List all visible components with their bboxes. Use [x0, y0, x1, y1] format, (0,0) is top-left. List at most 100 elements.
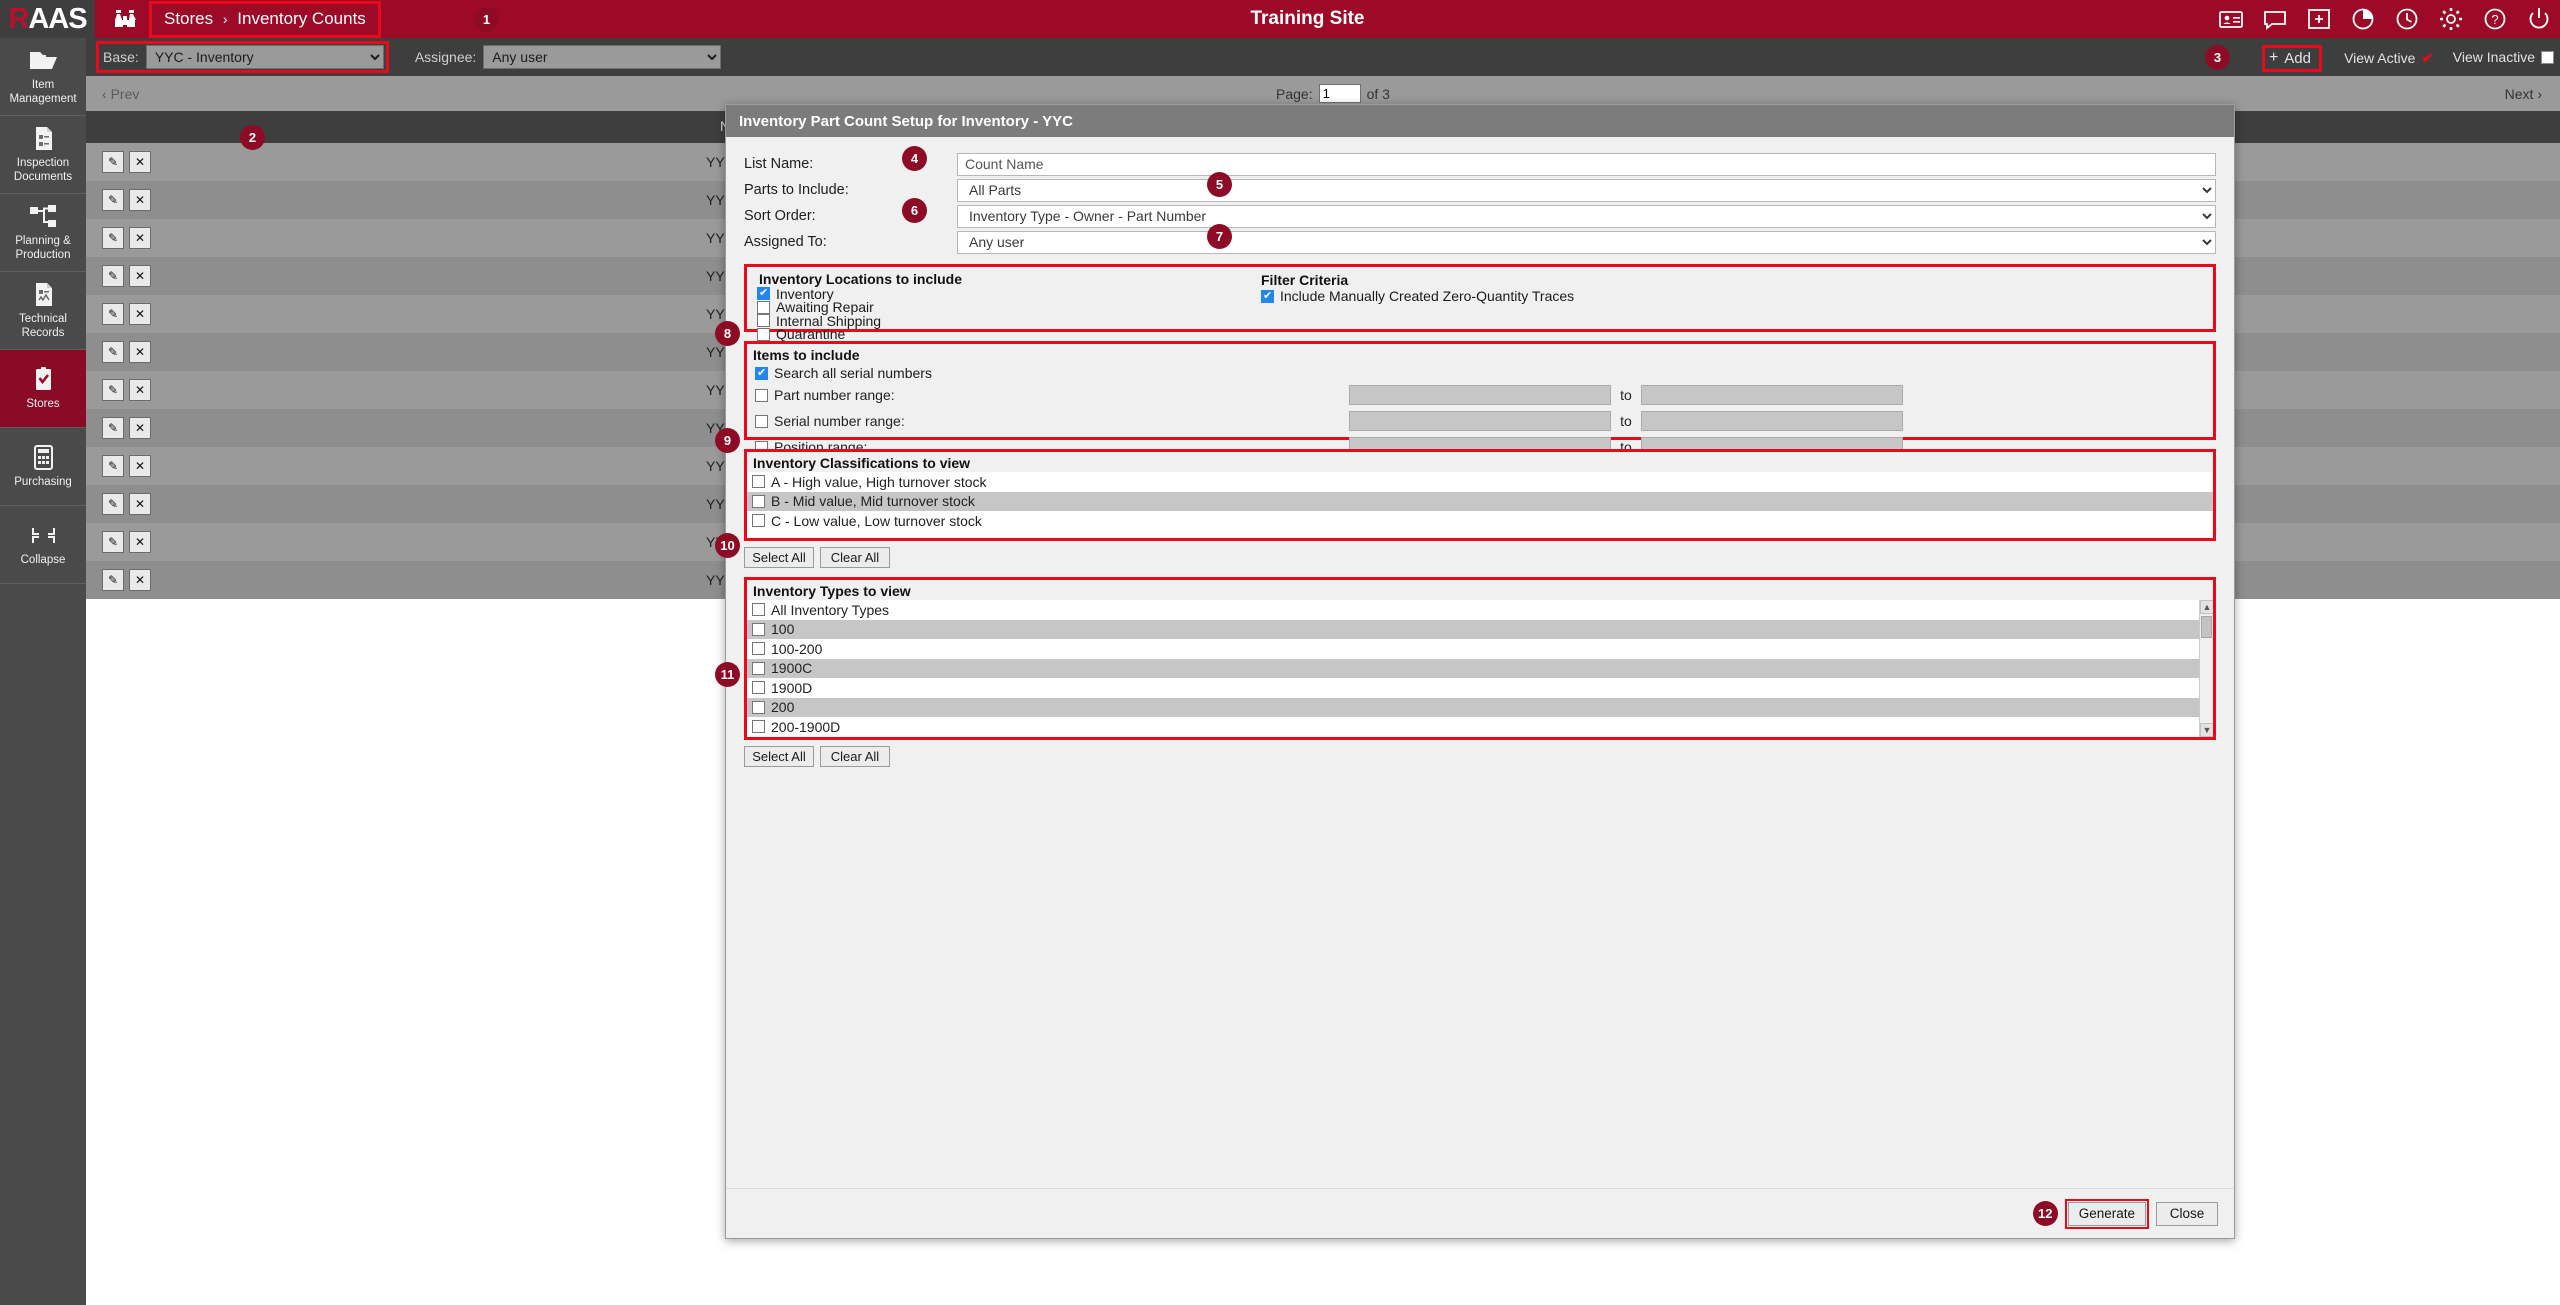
sidebar-item-purchasing[interactable]: Purchasing: [0, 428, 86, 506]
sidebar-item-inspection-documents[interactable]: Inspection Documents: [0, 116, 86, 194]
delete-icon[interactable]: ✕: [129, 379, 151, 401]
view-inactive-toggle[interactable]: View Inactive: [2453, 49, 2554, 65]
filter-criteria-row[interactable]: Include Manually Created Zero-Quantity T…: [1255, 289, 1895, 303]
classifications-clear-all-button[interactable]: Clear All: [820, 547, 890, 568]
checkbox-empty-icon[interactable]: [755, 415, 768, 428]
help-icon[interactable]: ?: [2482, 6, 2508, 32]
checkbox-empty-icon[interactable]: [757, 314, 770, 327]
checkbox-empty-icon[interactable]: [752, 642, 765, 655]
delete-icon[interactable]: ✕: [129, 531, 151, 553]
delete-icon[interactable]: ✕: [129, 265, 151, 287]
classifications-select-all-button[interactable]: Select All: [744, 547, 814, 568]
types-select-all-button[interactable]: Select All: [744, 746, 814, 767]
pie-chart-icon[interactable]: [2350, 6, 2376, 32]
chat-icon[interactable]: [2262, 6, 2288, 32]
delete-icon[interactable]: ✕: [129, 493, 151, 515]
checkbox-empty-icon[interactable]: [755, 389, 768, 402]
edit-icon[interactable]: ✎: [102, 379, 124, 401]
sidebar-item-stores[interactable]: Stores: [0, 350, 86, 428]
edit-icon[interactable]: ✎: [102, 569, 124, 591]
checkbox-empty-icon[interactable]: [757, 328, 770, 341]
delete-icon[interactable]: ✕: [129, 303, 151, 325]
checkbox-checked-icon[interactable]: [1261, 290, 1274, 303]
prev-button[interactable]: ‹ Prev: [102, 86, 139, 102]
classification-row[interactable]: C - Low value, Low turnover stock: [747, 511, 2213, 531]
list-name-input[interactable]: [957, 153, 2216, 176]
range-row[interactable]: Part number range:to: [747, 382, 2213, 408]
checkbox-empty-icon[interactable]: [2541, 51, 2554, 64]
breadcrumb-root[interactable]: Stores: [164, 9, 213, 28]
base-select[interactable]: YYC - Inventory: [146, 45, 384, 69]
sidebar-item-item-management[interactable]: Item Management: [0, 38, 86, 116]
id-card-icon[interactable]: [2218, 6, 2244, 32]
delete-icon[interactable]: ✕: [129, 417, 151, 439]
delete-icon[interactable]: ✕: [129, 227, 151, 249]
checkbox-empty-icon[interactable]: [752, 681, 765, 694]
checkbox-empty-icon[interactable]: [752, 603, 765, 616]
edit-icon[interactable]: ✎: [102, 493, 124, 515]
edit-icon[interactable]: ✎: [102, 341, 124, 363]
type-row[interactable]: 300: [747, 737, 2199, 741]
classification-row[interactable]: B - Mid value, Mid turnover stock: [747, 492, 2213, 512]
edit-icon[interactable]: ✎: [102, 303, 124, 325]
type-row[interactable]: 200: [747, 698, 2199, 718]
page-input[interactable]: [1319, 84, 1361, 103]
clock-icon[interactable]: [2394, 6, 2420, 32]
gear-icon[interactable]: [2438, 6, 2464, 32]
sidebar-item-technical-records[interactable]: Technical Records: [0, 272, 86, 350]
types-scrollbar[interactable]: ▲ ▼: [2199, 600, 2213, 737]
type-row[interactable]: 200-1900D: [747, 717, 2199, 737]
type-row[interactable]: 100: [747, 620, 2199, 640]
checkbox-empty-icon[interactable]: [752, 662, 765, 675]
range-row[interactable]: Serial number range:to: [747, 408, 2213, 434]
generate-button[interactable]: Generate: [2068, 1202, 2146, 1226]
delete-icon[interactable]: ✕: [129, 341, 151, 363]
checkbox-empty-icon[interactable]: [757, 301, 770, 314]
delete-icon[interactable]: ✕: [129, 569, 151, 591]
type-row[interactable]: All Inventory Types: [747, 600, 2199, 620]
close-button[interactable]: Close: [2156, 1202, 2218, 1226]
assignee-select[interactable]: Any user: [483, 45, 721, 69]
next-button[interactable]: Next ›: [2505, 86, 2542, 102]
type-row[interactable]: 100-200: [747, 639, 2199, 659]
edit-icon[interactable]: ✎: [102, 151, 124, 173]
sort-order-select[interactable]: Inventory Type - Owner - Part Number: [957, 205, 2216, 228]
sidebar-item-collapse[interactable]: Collapse: [0, 506, 86, 584]
scroll-up-icon[interactable]: ▲: [2200, 600, 2214, 614]
checkbox-empty-icon[interactable]: [752, 495, 765, 508]
edit-icon[interactable]: ✎: [102, 227, 124, 249]
breadcrumb[interactable]: Stores › Inventory Counts: [149, 1, 381, 38]
checkbox-empty-icon[interactable]: [752, 701, 765, 714]
sidebar-item-planning-production[interactable]: Planning & Production: [0, 194, 86, 272]
checkbox-empty-icon[interactable]: [752, 475, 765, 488]
scrollbar-thumb[interactable]: [2201, 616, 2212, 638]
parts-to-include-select[interactable]: All Parts: [957, 179, 2216, 202]
types-clear-all-button[interactable]: Clear All: [820, 746, 890, 767]
checkbox-checked-icon[interactable]: [757, 287, 770, 300]
edit-icon[interactable]: ✎: [102, 189, 124, 211]
range-to-input[interactable]: [1641, 411, 1903, 431]
checkbox-empty-icon[interactable]: [752, 514, 765, 527]
power-icon[interactable]: [2526, 6, 2552, 32]
add-window-icon[interactable]: [2306, 6, 2332, 32]
add-button[interactable]: + Add: [2262, 45, 2322, 72]
range-from-input[interactable]: [1349, 385, 1611, 405]
assigned-to-select[interactable]: Any user: [957, 231, 2216, 254]
type-row[interactable]: 1900C: [747, 659, 2199, 679]
delete-icon[interactable]: ✕: [129, 189, 151, 211]
delete-icon[interactable]: ✕: [129, 151, 151, 173]
scroll-down-icon[interactable]: ▼: [2200, 723, 2214, 737]
range-from-input[interactable]: [1349, 411, 1611, 431]
view-active-toggle[interactable]: View Active ✔: [2344, 49, 2434, 67]
edit-icon[interactable]: ✎: [102, 455, 124, 477]
search-all-serials-row[interactable]: Search all serial numbers: [747, 364, 2213, 382]
type-row[interactable]: 1900D: [747, 678, 2199, 698]
edit-icon[interactable]: ✎: [102, 417, 124, 439]
assignee-filter[interactable]: Assignee: Any user: [415, 45, 721, 69]
delete-icon[interactable]: ✕: [129, 455, 151, 477]
binoculars-icon[interactable]: [109, 8, 141, 30]
checkbox-empty-icon[interactable]: [752, 720, 765, 733]
base-filter[interactable]: Base: YYC - Inventory: [96, 41, 389, 73]
edit-icon[interactable]: ✎: [102, 531, 124, 553]
checkbox-empty-icon[interactable]: [752, 623, 765, 636]
